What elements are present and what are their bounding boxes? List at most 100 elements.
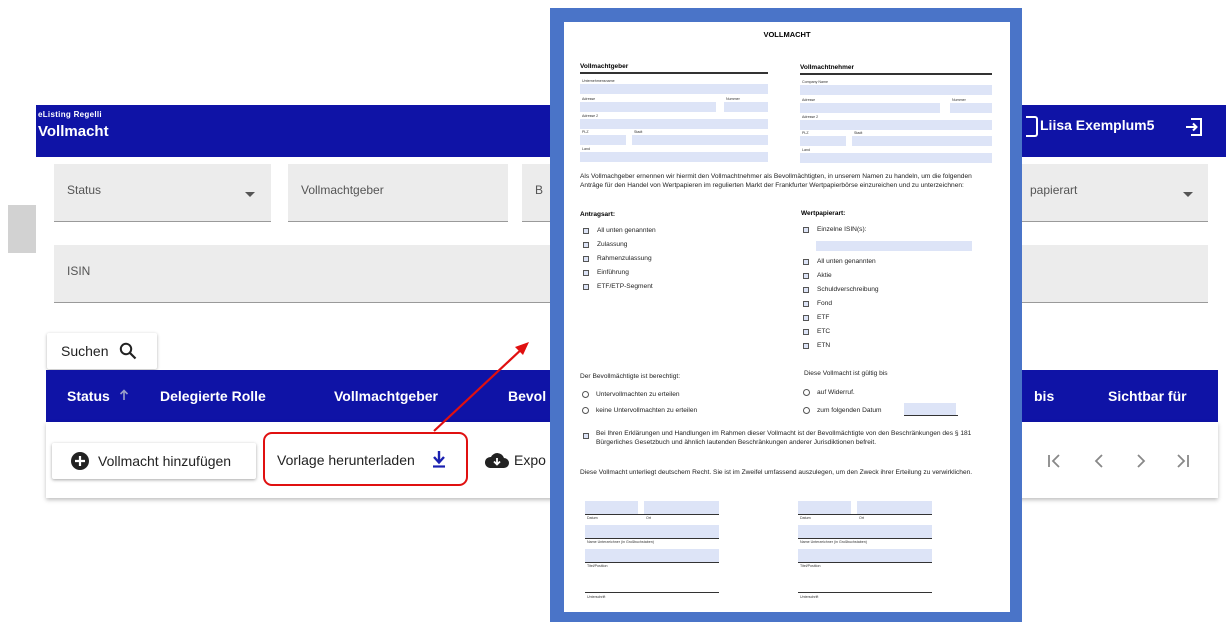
berechtigt-radio[interactable] bbox=[582, 391, 589, 398]
berechtigt-radio[interactable] bbox=[582, 407, 589, 414]
download-template-label: Vorlage herunterladen bbox=[277, 452, 415, 468]
giver-company-field[interactable] bbox=[580, 84, 768, 94]
first-page-icon[interactable] bbox=[1047, 452, 1063, 470]
vollmachtgeber-field[interactable]: Vollmachtgeber bbox=[288, 164, 508, 222]
taker-city-field[interactable] bbox=[852, 136, 992, 146]
isin-entry-field[interactable] bbox=[816, 241, 972, 251]
column-sichtbar-fuer[interactable]: Sichtbar für bbox=[1108, 388, 1187, 404]
taker-heading-rule bbox=[800, 73, 992, 75]
taker-zip-field[interactable] bbox=[800, 136, 846, 146]
previous-page-icon[interactable] bbox=[1091, 452, 1107, 470]
wertpapierart-checkbox[interactable] bbox=[803, 259, 809, 265]
antragsart-checkbox[interactable] bbox=[583, 242, 589, 248]
giver-country-field[interactable] bbox=[580, 152, 768, 162]
giver-number-field[interactable] bbox=[724, 102, 768, 112]
add-vollmacht-button[interactable]: Vollmacht hinzufügen bbox=[52, 443, 256, 479]
wertpapierart-item: All unten genannten bbox=[817, 258, 876, 265]
antragsart-checkbox[interactable] bbox=[583, 228, 589, 234]
arrow-up-icon[interactable] bbox=[119, 389, 129, 401]
antragsart-item: Zulassung bbox=[597, 241, 628, 248]
giver-heading: Vollmachtgeber bbox=[580, 63, 629, 70]
giver-city-label: Stadt bbox=[634, 130, 643, 134]
sig-rule bbox=[798, 538, 932, 539]
giver-address-label: Adresse bbox=[582, 97, 596, 101]
taker-company-label: Company Name bbox=[802, 80, 828, 84]
giver-city-field[interactable] bbox=[632, 135, 768, 145]
isin-checkbox[interactable] bbox=[803, 227, 809, 233]
user-icon bbox=[1026, 116, 1038, 137]
export-label: Expo bbox=[514, 452, 546, 468]
sig-name-field[interactable] bbox=[798, 525, 932, 538]
antragsart-heading: Antragsart: bbox=[580, 211, 616, 218]
taker-address2-label: Adresse 2 bbox=[802, 115, 819, 119]
sig-date-label: Datum bbox=[587, 516, 598, 520]
sig-date-field[interactable] bbox=[585, 501, 638, 514]
antragsart-checkbox[interactable] bbox=[583, 270, 589, 276]
wertpapierart-checkbox[interactable] bbox=[803, 329, 809, 335]
search-button[interactable]: Suchen bbox=[47, 333, 157, 369]
vollmachtgeber-field-label: Vollmachtgeber bbox=[301, 183, 384, 197]
sig-place-label: Ort bbox=[646, 516, 651, 520]
column-bis[interactable]: bis bbox=[1034, 388, 1054, 404]
last-page-icon[interactable] bbox=[1174, 452, 1190, 470]
sig-rule bbox=[585, 538, 719, 539]
consent-checkbox[interactable] bbox=[583, 433, 589, 439]
antragsart-item: All unten genannten bbox=[597, 227, 656, 234]
logout-icon[interactable] bbox=[1184, 117, 1204, 137]
download-template-button[interactable]: Vorlage herunterladen bbox=[263, 432, 468, 486]
wertpapierart-checkbox[interactable] bbox=[803, 301, 809, 307]
column-delegierte-rolle[interactable]: Delegierte Rolle bbox=[160, 388, 266, 404]
gueltig-date-field[interactable] bbox=[904, 403, 956, 415]
giver-number-label: Nummer bbox=[726, 97, 740, 101]
export-button[interactable]: Expo bbox=[484, 449, 554, 473]
sig-name-label: Name Unterzeichner (in Großbuchstaben) bbox=[587, 540, 654, 544]
giver-heading-rule bbox=[580, 72, 768, 74]
intro-paragraph: Als Vollmachgeber ernennen wir hiermit d… bbox=[580, 173, 972, 189]
giver-address2-field[interactable] bbox=[580, 119, 768, 129]
taker-zip-label: PLZ bbox=[802, 131, 809, 135]
antragsart-checkbox[interactable] bbox=[583, 284, 589, 290]
antragsart-item: Rahmenzulassung bbox=[597, 255, 652, 262]
gueltig-heading: Diese Vollmacht ist gültig bis bbox=[804, 370, 888, 377]
sig-place-field[interactable] bbox=[644, 501, 719, 514]
antragsart-checkbox[interactable] bbox=[583, 256, 589, 262]
taker-country-field[interactable] bbox=[800, 153, 992, 163]
wertpapierart-checkbox[interactable] bbox=[803, 315, 809, 321]
wertpapierart-checkbox[interactable] bbox=[803, 273, 809, 279]
sig-title-field[interactable] bbox=[798, 549, 932, 562]
sig-title-field[interactable] bbox=[585, 549, 719, 562]
gueltig-radio[interactable] bbox=[803, 389, 810, 396]
column-status[interactable]: Status bbox=[67, 388, 110, 404]
taker-company-field[interactable] bbox=[800, 85, 992, 95]
wertpapierart-select-label: papierart bbox=[1030, 183, 1078, 197]
giver-zip-label: PLZ bbox=[582, 130, 589, 134]
giver-address-field[interactable] bbox=[580, 102, 716, 112]
sig-name-label: Name Unterzeichner (in Großbuchstaben) bbox=[800, 540, 867, 544]
partial-field[interactable]: B bbox=[522, 164, 550, 222]
status-select-label: Status bbox=[67, 183, 102, 197]
taker-address2-field[interactable] bbox=[800, 120, 992, 130]
taker-address-field[interactable] bbox=[800, 103, 940, 113]
user-name[interactable]: Liisa Exemplum5 bbox=[1040, 117, 1154, 133]
berechtigt-item: keine Untervollmachten zu erteilen bbox=[596, 407, 698, 414]
sig-name-field[interactable] bbox=[585, 525, 719, 538]
wertpapierart-select[interactable]: papierart bbox=[1022, 164, 1208, 222]
sig-place-field[interactable] bbox=[857, 501, 932, 514]
giver-company-label: Unternehmensname bbox=[582, 79, 615, 83]
sig-date-label: Datum bbox=[800, 516, 811, 520]
sig-rule bbox=[585, 514, 719, 515]
app-name: eListing Regelli bbox=[38, 110, 102, 119]
taker-number-field[interactable] bbox=[950, 103, 992, 113]
sig-date-field[interactable] bbox=[798, 501, 851, 514]
wertpapierart-checkbox[interactable] bbox=[803, 343, 809, 349]
status-select[interactable]: Status bbox=[54, 164, 271, 222]
giver-zip-field[interactable] bbox=[580, 135, 626, 145]
cloud-download-icon bbox=[484, 453, 509, 468]
giver-address2-label: Adresse 2 bbox=[582, 114, 599, 118]
search-icon bbox=[119, 342, 137, 360]
next-page-icon[interactable] bbox=[1133, 452, 1149, 470]
gueltig-radio[interactable] bbox=[803, 407, 810, 414]
column-vollmachtgeber[interactable]: Vollmachtgeber bbox=[334, 388, 438, 404]
taker-city-label: Stadt bbox=[854, 131, 863, 135]
wertpapierart-checkbox[interactable] bbox=[803, 287, 809, 293]
